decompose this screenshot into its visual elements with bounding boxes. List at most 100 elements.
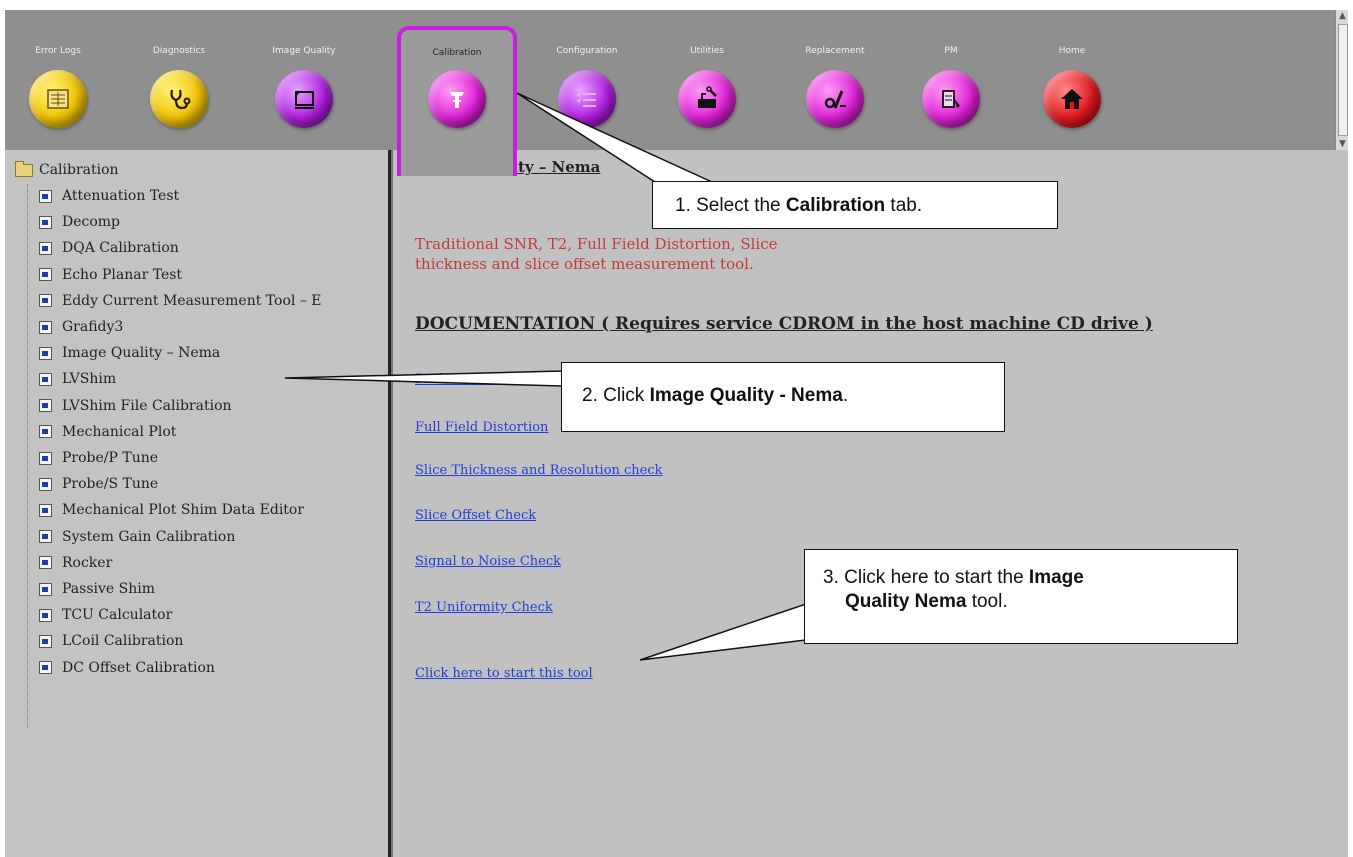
callout-text: . bbox=[842, 385, 849, 406]
document-icon bbox=[39, 346, 52, 360]
tab-error-logs[interactable]: Error Logs bbox=[5, 10, 117, 150]
scroll-down-icon[interactable]: ▼ bbox=[1336, 138, 1348, 150]
callout-line: Quality Nema tool. bbox=[823, 590, 1237, 614]
document-icon bbox=[39, 320, 52, 334]
callout-text: 3. Click here to start the bbox=[823, 567, 1029, 588]
tree-item[interactable]: LCoil Calibration bbox=[39, 633, 183, 649]
tree-item-label: Mechanical Plot Shim Data Editor bbox=[62, 502, 305, 519]
callout-text: 2. Click bbox=[582, 385, 650, 406]
image-quality-icon bbox=[275, 70, 333, 128]
link-slice-thickness[interactable]: Slice Thickness and Resolution check bbox=[415, 463, 663, 478]
tree-item-label: Mechanical Plot bbox=[62, 423, 177, 440]
calibration-tree-panel: Calibration Attenuation Test Decomp DQA Ca… bbox=[5, 150, 391, 857]
tree-item[interactable]: Eddy Current Measurement Tool – E bbox=[39, 293, 322, 309]
pm-icon bbox=[922, 70, 980, 128]
tree-item-label: Passive Shim bbox=[62, 581, 155, 597]
tree-item[interactable]: Mechanical Plot bbox=[39, 424, 176, 440]
tree-item[interactable]: Image Quality – Nema bbox=[39, 345, 220, 361]
tree-item[interactable]: System Gain Calibration bbox=[39, 529, 235, 545]
tree-item[interactable]: Grafidy3 bbox=[39, 319, 123, 335]
stethoscope-icon bbox=[150, 70, 208, 128]
callout-text: tab. bbox=[885, 195, 923, 216]
tree-item-label: TCU Calculator bbox=[62, 607, 173, 624]
tree-item-label: Decomp bbox=[62, 214, 121, 231]
document-icon bbox=[39, 661, 52, 675]
scrollbar-thumb[interactable] bbox=[1338, 24, 1348, 136]
tree-item-label: Rocker bbox=[62, 554, 113, 571]
callout-1: 1. Select the Calibration tab. bbox=[652, 181, 1058, 229]
tab-home[interactable]: Home bbox=[1013, 10, 1131, 150]
home-icon bbox=[1043, 70, 1101, 128]
tab-label: Image Quality bbox=[272, 46, 336, 56]
tree-item[interactable]: DC Offset Calibration bbox=[39, 660, 215, 676]
tool-description: Traditional SNR, T2, Full Field Distorti… bbox=[415, 234, 778, 274]
calibration-icon bbox=[428, 70, 486, 128]
tab-utilities[interactable]: Utilities bbox=[648, 10, 766, 150]
document-icon bbox=[39, 294, 52, 308]
document-icon bbox=[39, 582, 52, 596]
document-icon bbox=[39, 189, 52, 203]
tab-image-quality[interactable]: Image Quality bbox=[245, 10, 363, 150]
tab-replacement[interactable]: Replacement bbox=[776, 10, 894, 150]
replacement-icon bbox=[806, 70, 864, 128]
utilities-icon bbox=[678, 70, 736, 128]
link-full-field-distortion[interactable]: Full Field Distortion bbox=[415, 420, 548, 435]
callout-2: 2. Click Image Quality - Nema. bbox=[561, 362, 1005, 432]
tool-detail-panel: Image Quality – Nema Traditional SNR, T2… bbox=[391, 150, 1348, 857]
tab-label: Error Logs bbox=[35, 46, 81, 56]
document-icon bbox=[39, 425, 52, 439]
folder-icon bbox=[15, 160, 33, 177]
tree-item[interactable]: LVShim File Calibration bbox=[39, 398, 232, 414]
document-icon bbox=[39, 503, 52, 517]
link-t2-uniformity[interactable]: T2 Uniformity Check bbox=[415, 600, 553, 615]
tab-bar-scrollbar[interactable]: ▲ ▼ bbox=[1335, 10, 1348, 150]
tab-calibration[interactable]: Calibration bbox=[397, 26, 517, 176]
callout-text: 1. Select the bbox=[675, 195, 786, 216]
document-icon bbox=[39, 215, 52, 229]
tool-description-line: Traditional SNR, T2, Full Field Distorti… bbox=[415, 235, 778, 253]
tab-configuration[interactable]: Configuration bbox=[528, 10, 646, 150]
tab-diagnostics[interactable]: Diagnostics bbox=[120, 10, 238, 150]
tree-item[interactable]: Passive Shim bbox=[39, 581, 155, 597]
tree-item[interactable]: Probe/P Tune bbox=[39, 450, 158, 466]
document-icon bbox=[39, 477, 52, 491]
document-icon bbox=[39, 241, 52, 255]
tree-item-label: Grafidy3 bbox=[62, 319, 124, 335]
tab-label: Diagnostics bbox=[152, 46, 206, 56]
link-signal-to-noise[interactable]: Signal to Noise Check bbox=[415, 554, 561, 569]
tree-item[interactable]: Attenuation Test bbox=[39, 188, 179, 204]
tab-label: Replacement bbox=[805, 46, 865, 56]
tree-item[interactable]: Mechanical Plot Shim Data Editor bbox=[39, 502, 304, 518]
tab-label: Utilities bbox=[690, 46, 724, 56]
callout-bold-text: Image Quality - Nema bbox=[649, 385, 843, 406]
document-icon bbox=[39, 634, 52, 648]
documentation-heading: DOCUMENTATION ( Requires service CDROM i… bbox=[415, 314, 1153, 334]
tree-item[interactable]: Echo Planar Test bbox=[39, 267, 182, 283]
document-icon bbox=[39, 268, 52, 282]
tab-label: Calibration bbox=[432, 48, 482, 58]
tree-item-label: Probe/P Tune bbox=[62, 450, 159, 466]
tree-item[interactable]: Probe/S Tune bbox=[39, 476, 158, 492]
tree-item[interactable]: DQA Calibration bbox=[39, 240, 179, 256]
document-icon bbox=[39, 608, 52, 622]
tree-item[interactable]: LVShim bbox=[39, 371, 116, 387]
start-tool-link[interactable]: Click here to start this tool bbox=[415, 666, 593, 681]
callout-bold-text: Calibration bbox=[785, 195, 886, 216]
link-performance-check[interactable]: Performance Check bbox=[415, 372, 545, 387]
tree-root-calibration[interactable]: Calibration bbox=[15, 160, 119, 178]
tree-item-label: LVShim bbox=[62, 371, 117, 388]
tree-guide-line bbox=[27, 184, 29, 728]
callout-bold-text: Quality Nema bbox=[845, 591, 967, 612]
configuration-icon bbox=[558, 70, 616, 128]
tab-label: PM bbox=[944, 46, 958, 56]
tree-item-label: Probe/S Tune bbox=[62, 476, 159, 493]
scroll-up-icon[interactable]: ▲ bbox=[1336, 10, 1348, 22]
link-slice-offset[interactable]: Slice Offset Check bbox=[415, 508, 536, 523]
tab-label: Home bbox=[1058, 46, 1086, 56]
tree-item[interactable]: Decomp bbox=[39, 214, 120, 230]
tree-item-label: DQA Calibration bbox=[62, 240, 179, 257]
tree-item[interactable]: Rocker bbox=[39, 555, 112, 571]
tab-pm[interactable]: PM bbox=[892, 10, 1010, 150]
tree-item[interactable]: TCU Calculator bbox=[39, 607, 172, 623]
callout-line: 3. Click here to start the Image bbox=[823, 566, 1237, 590]
